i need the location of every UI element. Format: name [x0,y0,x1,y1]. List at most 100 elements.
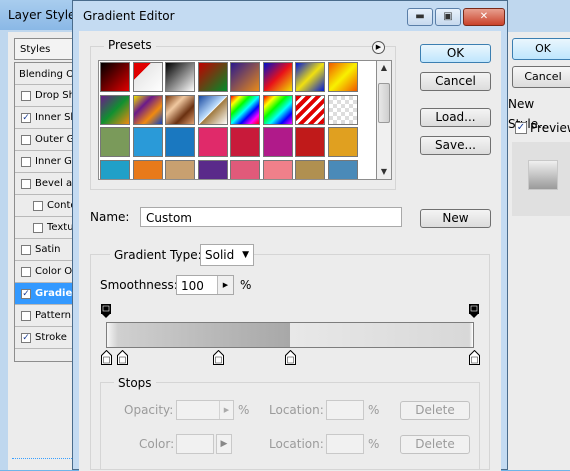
maximize-button[interactable]: ▣ [435,8,461,26]
style-checkbox[interactable]: ✓ [21,113,31,123]
preset-swatch[interactable] [327,94,358,125]
style-item[interactable]: Outer Glow [15,129,73,151]
color-location-input[interactable] [326,434,364,454]
opacity-stop[interactable] [101,304,111,318]
preset-swatch[interactable] [197,127,228,157]
color-stop[interactable] [100,349,112,365]
preset-swatch[interactable] [295,159,325,179]
preset-swatch[interactable] [327,62,358,92]
preset-swatch[interactable] [165,62,195,92]
style-item[interactable]: Drop Shadow [15,85,73,107]
preset-swatch[interactable] [230,94,260,125]
name-input[interactable]: Custom [140,207,402,227]
layer-style-cancel-button[interactable]: Cancel [512,66,570,88]
color-stop[interactable] [468,349,480,365]
preset-swatch[interactable] [262,62,293,92]
preset-swatch[interactable] [165,94,195,125]
style-checkbox[interactable] [21,157,31,167]
preset-swatch[interactable] [262,159,293,179]
preset-swatch[interactable] [262,127,293,157]
presets-menu-button[interactable]: ▶ [372,41,385,54]
styles-header[interactable]: Styles [14,38,74,60]
scroll-up-icon[interactable]: ▲ [377,61,391,75]
preview-checkbox[interactable]: ✓ [515,122,527,134]
preset-swatch[interactable] [132,159,163,179]
style-checkbox[interactable]: ✓ [21,289,31,299]
style-checkbox[interactable]: ✓ [21,333,31,343]
style-item[interactable]: Pattern Overlay [15,305,73,327]
opacity-stop[interactable] [469,304,479,318]
opacity-arrow-icon[interactable]: ▶ [219,401,233,419]
preset-swatch[interactable] [132,94,163,125]
smoothness-input[interactable]: 100 ▶ [176,275,234,295]
style-checkbox[interactable] [21,91,31,101]
style-item[interactable]: Contour [15,195,73,217]
new-style-button[interactable]: New Style... [508,94,570,131]
color-arrow-icon[interactable]: ▶ [216,434,232,454]
gradient-preview-bar[interactable] [106,322,474,348]
preset-swatch[interactable] [295,127,325,157]
style-item[interactable]: ✓ Inner Shadow [15,107,73,129]
color-stop[interactable] [284,349,296,365]
preset-swatch[interactable] [165,127,195,157]
style-checkbox[interactable] [21,179,31,189]
smoothness-arrow-icon[interactable]: ▶ [217,276,233,294]
preset-swatch[interactable] [230,62,260,92]
style-label: Contour [47,200,73,211]
style-item[interactable]: Texture [15,217,73,239]
minimize-button[interactable]: ▬ [407,8,433,26]
color-swatch[interactable] [176,434,214,454]
preset-swatch[interactable] [230,159,260,179]
style-item[interactable]: Inner Glow [15,151,73,173]
style-checkbox[interactable] [33,201,43,211]
presets-scrollbar[interactable]: ▲ ▼ [376,60,392,180]
style-item[interactable]: ✓ Gradient Overlay [15,283,73,305]
style-checkbox[interactable] [21,267,31,277]
color-stop[interactable] [212,349,224,365]
preset-swatch[interactable] [327,127,358,157]
preset-swatch[interactable] [295,62,325,92]
cancel-button[interactable]: Cancel [420,72,491,91]
style-checkbox[interactable] [21,311,31,321]
layer-style-ok-button[interactable]: OK [512,38,570,60]
style-label: Texture [47,222,73,233]
opacity-location-input[interactable] [326,400,364,420]
style-checkbox[interactable] [21,135,31,145]
opacity-delete-button[interactable]: Delete [400,401,470,420]
style-item[interactable]: Bevel and Emboss [15,173,73,195]
style-checkbox[interactable] [21,245,31,255]
close-button[interactable]: ✕ [463,8,505,26]
scroll-down-icon[interactable]: ▼ [377,165,391,179]
preset-swatch[interactable] [132,62,163,92]
save-button[interactable]: Save... [420,136,491,155]
style-item[interactable]: Color Overlay [15,261,73,283]
preset-swatch[interactable] [295,94,325,125]
new-button[interactable]: New [420,209,491,228]
preset-swatch[interactable] [100,159,130,179]
load-button[interactable]: Load... [420,108,491,127]
scroll-thumb[interactable] [378,83,390,123]
color-delete-button[interactable]: Delete [400,435,470,454]
preset-swatch[interactable] [262,94,293,125]
preset-swatch[interactable] [100,127,130,157]
opacity-input[interactable]: ▶ [176,400,234,420]
preset-swatch[interactable] [165,159,195,179]
preset-swatch[interactable] [197,62,228,92]
preset-swatch[interactable] [230,127,260,157]
preset-swatch[interactable] [100,94,130,125]
style-item[interactable]: ✓ Stroke [15,327,73,349]
preset-swatch[interactable] [132,127,163,157]
preset-swatch[interactable] [197,94,228,125]
preset-swatch[interactable] [327,159,358,179]
preset-swatch[interactable] [197,159,228,179]
selection-dots [12,458,72,459]
style-item[interactable]: Blending Options [15,63,73,85]
style-checkbox[interactable] [33,223,43,233]
style-item[interactable]: Satin [15,239,73,261]
ok-button[interactable]: OK [420,44,491,63]
style-separator [15,348,73,349]
preset-swatch[interactable] [100,62,130,92]
preview-swatch [528,160,558,190]
gradient-type-select[interactable]: Solid ▼ [200,244,254,266]
color-stop[interactable] [117,349,129,365]
